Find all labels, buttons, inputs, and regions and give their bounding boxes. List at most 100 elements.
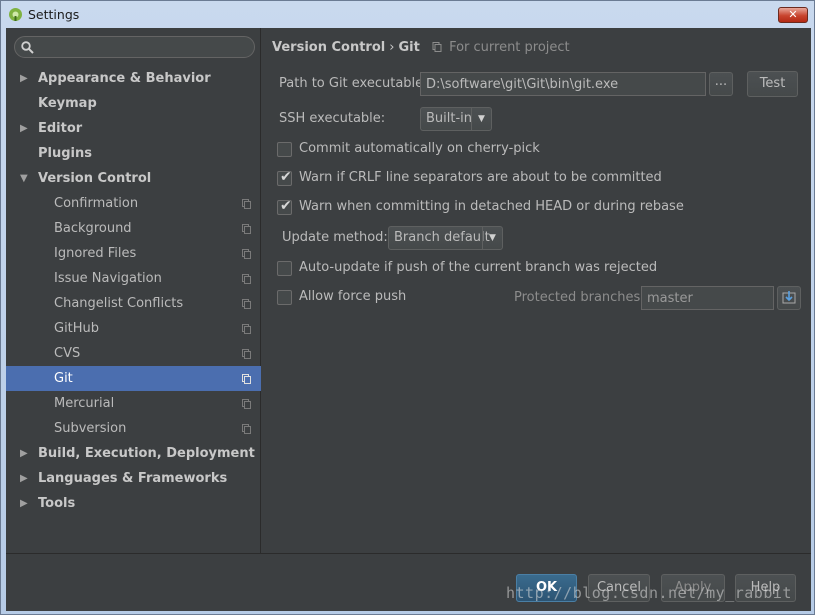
- git-path-label: Path to Git executable:: [279, 76, 428, 91]
- update-method-dropdown[interactable]: Branch default ▼: [388, 226, 503, 250]
- project-scope-icon: [432, 42, 442, 52]
- tree-item-label: Ignored Files: [54, 246, 137, 261]
- ssh-executable-label: SSH executable:: [279, 111, 386, 126]
- project-scope-icon: [242, 249, 251, 259]
- expand-arrow-icon[interactable]: ▶: [20, 441, 30, 466]
- search-icon: [21, 41, 34, 54]
- tree-item-build-execution-deployment[interactable]: ▶ Build, Execution, Deployment: [6, 441, 261, 466]
- tree-item-background[interactable]: Background: [6, 216, 261, 241]
- tree-item-label: Confirmation: [54, 196, 139, 211]
- tree-item-confirmation[interactable]: Confirmation: [6, 191, 261, 216]
- warn-detached-head-option[interactable]: ✔ Warn when committing in detached HEAD …: [277, 198, 684, 217]
- project-scope-icon: [242, 224, 251, 234]
- ssh-executable-value: Built-in: [426, 111, 473, 126]
- tree-item-label: Appearance & Behavior: [38, 71, 211, 86]
- protected-branches-label: Protected branches:: [514, 290, 645, 305]
- commit-cherry-pick-label: Commit automatically on cherry-pick: [299, 141, 540, 156]
- ssh-executable-dropdown[interactable]: Built-in ▼: [420, 107, 492, 131]
- branch-picker-icon: [782, 291, 796, 304]
- commit-cherry-pick-option[interactable]: Commit automatically on cherry-pick: [277, 141, 677, 159]
- select-branches-button[interactable]: [777, 286, 801, 310]
- project-scope-icon: [242, 199, 251, 209]
- auto-update-checkbox[interactable]: [277, 261, 292, 276]
- warn-crlf-label: Warn if CRLF line separators are about t…: [299, 170, 662, 185]
- breadcrumb-current: Git: [398, 40, 420, 55]
- tree-item-ignored-files[interactable]: Ignored Files: [6, 241, 261, 266]
- tree-item-editor[interactable]: ▶ Editor: [6, 116, 261, 141]
- auto-update-option[interactable]: Auto-update if push of the current branc…: [277, 260, 677, 278]
- tree-item-plugins[interactable]: Plugins: [6, 141, 261, 166]
- settings-search-input[interactable]: [37, 39, 247, 55]
- tree-item-label: Mercurial: [54, 396, 115, 411]
- browse-button[interactable]: ...: [709, 72, 733, 96]
- dialog-footer: OK Cancel Apply Help http://blog.csdn.ne…: [6, 553, 811, 611]
- update-method-value: Branch default: [394, 230, 490, 245]
- tree-item-changelist-conflicts[interactable]: Changelist Conflicts: [6, 291, 261, 316]
- close-button[interactable]: ✕: [778, 7, 808, 23]
- tree-item-git[interactable]: Git: [6, 366, 261, 391]
- warn-crlf-option[interactable]: ✔ Warn if CRLF line separators are about…: [277, 169, 677, 188]
- checkmark-icon: ✔: [280, 169, 292, 185]
- test-button[interactable]: Test: [747, 71, 798, 97]
- expand-arrow-icon[interactable]: ▶: [20, 116, 30, 141]
- expand-arrow-icon[interactable]: ▶: [20, 491, 30, 516]
- update-method-label: Update method:: [282, 230, 388, 245]
- tree-item-label: Editor: [38, 121, 83, 136]
- tree-item-label: Tools: [38, 496, 76, 511]
- dropdown-arrow-icon: ▼: [482, 227, 502, 249]
- warn-detached-head-label: Warn when committing in detached HEAD or…: [299, 199, 684, 214]
- tree-item-label: Background: [54, 221, 132, 236]
- protected-branches-input[interactable]: [641, 286, 774, 310]
- warn-detached-head-checkbox[interactable]: ✔: [277, 198, 292, 215]
- collapse-arrow-icon[interactable]: ▼: [20, 166, 30, 191]
- expand-arrow-icon[interactable]: ▶: [20, 466, 30, 491]
- warn-crlf-checkbox[interactable]: ✔: [277, 169, 292, 186]
- breadcrumb-scope: For current project: [449, 40, 570, 55]
- tree-item-label: Plugins: [38, 146, 92, 161]
- tree-item-cvs[interactable]: CVS: [6, 341, 261, 366]
- dropdown-arrow-icon: ▼: [471, 108, 491, 130]
- tree-item-tools[interactable]: ▶ Tools: [6, 491, 261, 516]
- tree-item-label: Build, Execution, Deployment: [38, 446, 255, 461]
- tree-item-label: Languages & Frameworks: [38, 471, 228, 486]
- project-scope-icon: [242, 349, 251, 359]
- breadcrumb: Version Control › Git For current project: [272, 40, 570, 55]
- tree-item-mercurial[interactable]: Mercurial: [6, 391, 261, 416]
- tree-item-appearance-behavior[interactable]: ▶ Appearance & Behavior: [6, 66, 261, 91]
- git-path-input[interactable]: [420, 72, 706, 96]
- tree-item-version-control[interactable]: ▼ Version Control: [6, 166, 261, 191]
- tree-item-label: Subversion: [54, 421, 127, 436]
- tree-item-label: Keymap: [38, 96, 97, 111]
- auto-update-label: Auto-update if push of the current branc…: [299, 260, 658, 275]
- title-bar[interactable]: Settings ✕: [1, 1, 815, 28]
- tree-item-keymap[interactable]: Keymap: [6, 91, 261, 116]
- settings-search-box[interactable]: [14, 36, 255, 58]
- tree-item-issue-navigation[interactable]: Issue Navigation: [6, 266, 261, 291]
- tree-item-github[interactable]: GitHub: [6, 316, 261, 341]
- tree-item-label: Changelist Conflicts: [54, 296, 184, 311]
- project-scope-icon: [242, 274, 251, 284]
- breadcrumb-separator: ›: [389, 40, 395, 55]
- commit-cherry-pick-checkbox[interactable]: [277, 142, 292, 157]
- project-scope-icon: [242, 299, 251, 309]
- tree-item-languages-frameworks[interactable]: ▶ Languages & Frameworks: [6, 466, 261, 491]
- tree-item-label: Version Control: [38, 171, 152, 186]
- tree-item-subversion[interactable]: Subversion: [6, 416, 261, 441]
- window-title: Settings: [28, 7, 80, 22]
- allow-force-push-checkbox[interactable]: [277, 290, 292, 305]
- tree-item-label: Git: [54, 371, 73, 386]
- tree-item-label: Issue Navigation: [54, 271, 162, 286]
- breadcrumb-parent: Version Control: [272, 40, 386, 55]
- tree-item-label: CVS: [54, 346, 81, 361]
- project-scope-icon: [242, 374, 251, 384]
- project-scope-icon: [242, 399, 251, 409]
- expand-arrow-icon[interactable]: ▶: [20, 66, 30, 91]
- watermark-text: http://blog.csdn.net/my_rabbit: [506, 584, 792, 602]
- settings-tree: ▶ Appearance & Behavior Keymap ▶ Editor …: [6, 66, 261, 516]
- checkmark-icon: ✔: [280, 198, 292, 214]
- project-scope-icon: [242, 424, 251, 434]
- allow-force-push-label: Allow force push: [299, 289, 407, 304]
- allow-force-push-option[interactable]: Allow force push: [277, 289, 477, 307]
- project-scope-icon: [242, 324, 251, 334]
- git-settings-panel: Version Control › Git For current project …: [262, 28, 811, 553]
